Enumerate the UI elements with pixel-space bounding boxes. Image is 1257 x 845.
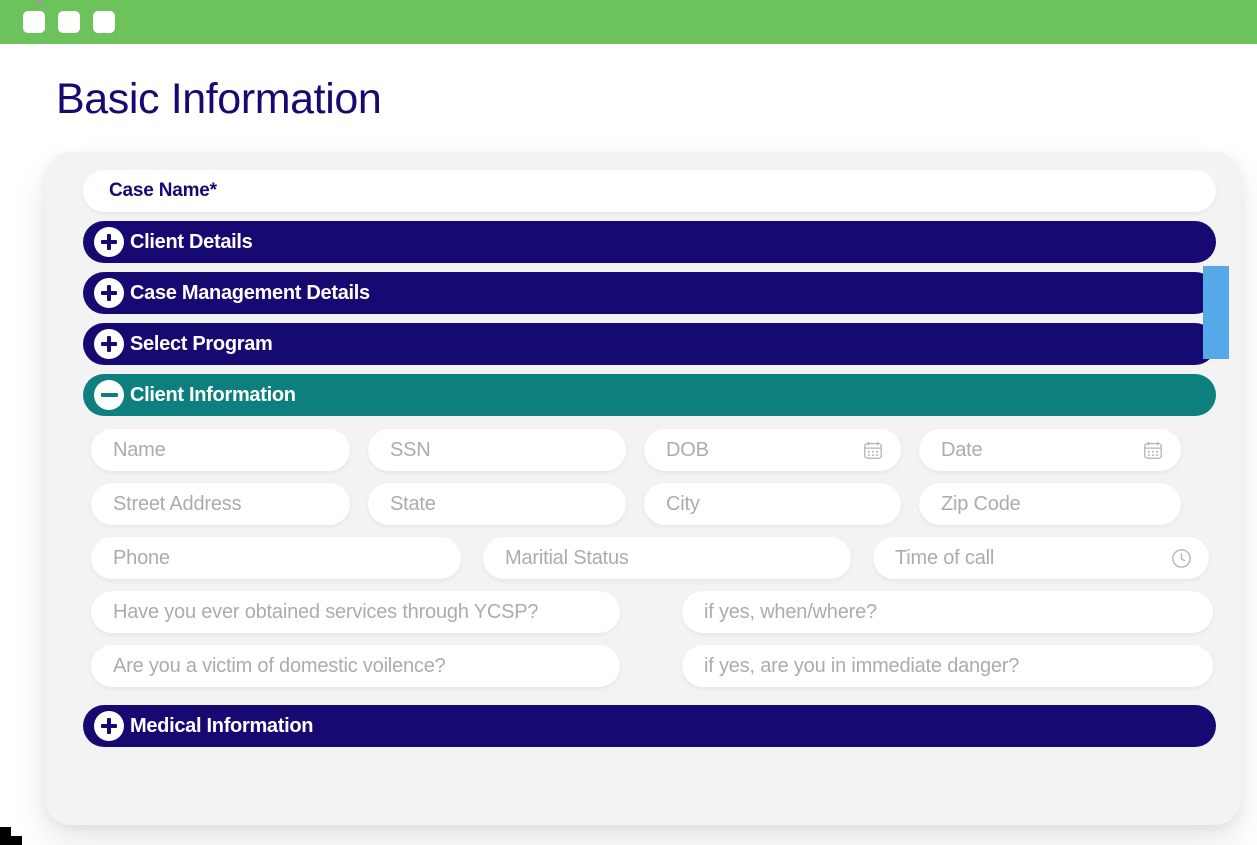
- client-information-fields: Name SSN DOB: [91, 429, 1231, 687]
- time-of-call-placeholder: Time of call: [895, 547, 1161, 570]
- accordion-label: Client Information: [130, 384, 296, 407]
- scrollbar-thumb[interactable]: [1203, 266, 1229, 359]
- marital-status-placeholder: Maritial Status: [505, 547, 835, 570]
- corner-mark-decoration: [0, 827, 22, 845]
- domestic-violence-input[interactable]: Are you a victim of domestic voilence?: [91, 645, 620, 687]
- field-row: Phone Maritial Status Time of call: [91, 537, 1231, 579]
- time-of-call-input[interactable]: Time of call: [873, 537, 1209, 579]
- city-placeholder: City: [666, 493, 885, 516]
- immediate-danger-placeholder: if yes, are you in immediate danger?: [704, 655, 1197, 678]
- accordion-header-client-information[interactable]: Client Information: [83, 374, 1216, 416]
- dob-placeholder: DOB: [666, 439, 853, 462]
- obtained-services-ycsp-input[interactable]: Have you ever obtained services through …: [91, 591, 620, 633]
- dob-input[interactable]: DOB: [644, 429, 901, 471]
- ycsp-when-where-placeholder: if yes, when/where?: [704, 601, 1197, 624]
- name-placeholder: Name: [113, 439, 334, 462]
- form-card-inner: Case Name* Client Details Case Managemen…: [45, 152, 1241, 825]
- plus-circle-icon[interactable]: [94, 711, 124, 741]
- vertical-scrollbar[interactable]: [1203, 166, 1229, 811]
- plus-circle-icon[interactable]: [94, 329, 124, 359]
- clock-icon[interactable]: [1169, 546, 1193, 570]
- immediate-danger-input[interactable]: if yes, are you in immediate danger?: [682, 645, 1213, 687]
- ycsp-when-where-input[interactable]: if yes, when/where?: [682, 591, 1213, 633]
- date-placeholder: Date: [941, 439, 1133, 462]
- obtained-services-ycsp-placeholder: Have you ever obtained services through …: [113, 601, 604, 624]
- accordion-label: Case Management Details: [130, 282, 370, 305]
- ssn-input[interactable]: SSN: [368, 429, 626, 471]
- plus-circle-icon[interactable]: [94, 227, 124, 257]
- state-input[interactable]: State: [368, 483, 626, 525]
- street-address-input[interactable]: Street Address: [91, 483, 350, 525]
- field-row: Street Address State City Zip Code: [91, 483, 1231, 525]
- case-name-field[interactable]: Case Name*: [83, 170, 1216, 212]
- accordion-header-select-program[interactable]: Select Program: [83, 323, 1216, 365]
- accordion-label: Client Details: [130, 231, 253, 254]
- page-body: Basic Information Case Name* Client Deta…: [0, 44, 1257, 845]
- field-row: Have you ever obtained services through …: [91, 591, 1231, 633]
- accordion-label: Medical Information: [130, 715, 313, 738]
- window-dot-1-icon[interactable]: [23, 11, 45, 33]
- app-screenshot: Basic Information Case Name* Client Deta…: [0, 0, 1257, 845]
- zip-code-input[interactable]: Zip Code: [919, 483, 1181, 525]
- street-address-placeholder: Street Address: [113, 493, 334, 516]
- date-input[interactable]: Date: [919, 429, 1181, 471]
- field-row: Name SSN DOB: [91, 429, 1231, 471]
- city-input[interactable]: City: [644, 483, 901, 525]
- minus-circle-icon[interactable]: [94, 380, 124, 410]
- marital-status-input[interactable]: Maritial Status: [483, 537, 851, 579]
- field-row: Are you a victim of domestic voilence? i…: [91, 645, 1231, 687]
- phone-input[interactable]: Phone: [91, 537, 461, 579]
- accordion-header-case-management-details[interactable]: Case Management Details: [83, 272, 1216, 314]
- accordion-label: Select Program: [130, 333, 273, 356]
- accordion-header-medical-information[interactable]: Medical Information: [83, 705, 1216, 747]
- window-dot-2-icon[interactable]: [58, 11, 80, 33]
- window-titlebar: [0, 0, 1257, 44]
- form-card: Case Name* Client Details Case Managemen…: [45, 152, 1241, 825]
- phone-placeholder: Phone: [113, 547, 445, 570]
- page-title: Basic Information: [56, 75, 381, 124]
- domestic-violence-placeholder: Are you a victim of domestic voilence?: [113, 655, 604, 678]
- accordion-header-client-details[interactable]: Client Details: [83, 221, 1216, 263]
- state-placeholder: State: [390, 493, 610, 516]
- window-dot-3-icon[interactable]: [93, 11, 115, 33]
- zip-code-placeholder: Zip Code: [941, 493, 1165, 516]
- window-controls[interactable]: [23, 11, 115, 33]
- case-name-label: Case Name*: [109, 180, 217, 202]
- plus-circle-icon[interactable]: [94, 278, 124, 308]
- calendar-icon[interactable]: [1141, 438, 1165, 462]
- name-input[interactable]: Name: [91, 429, 350, 471]
- calendar-icon[interactable]: [861, 438, 885, 462]
- ssn-placeholder: SSN: [390, 439, 610, 462]
